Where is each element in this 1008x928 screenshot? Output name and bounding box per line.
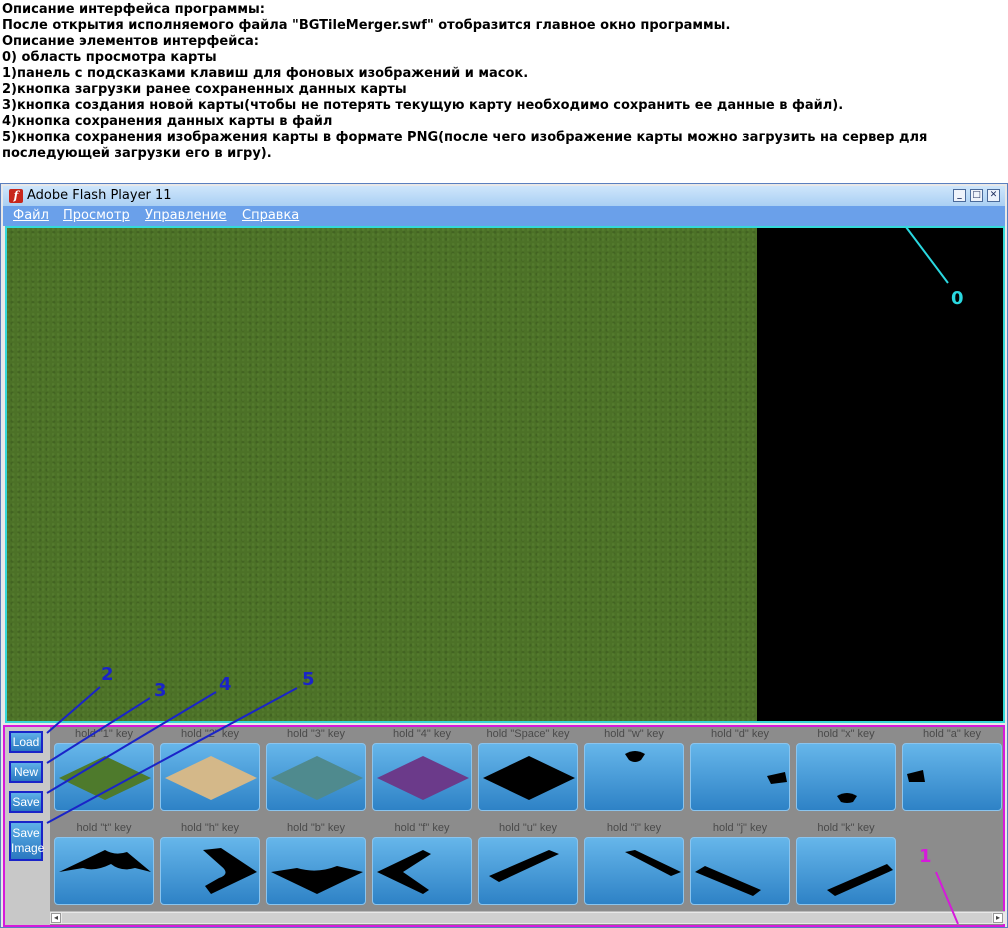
annotation-3: 3 <box>154 680 167 701</box>
minimize-icon[interactable]: _ <box>953 189 966 202</box>
tile-preview-icon <box>625 751 645 762</box>
tile-key-hint: hold "f" key <box>394 822 450 834</box>
tile-button[interactable] <box>266 743 366 811</box>
menu-file[interactable]: Файл <box>13 208 49 223</box>
tile-preview-icon <box>827 864 893 896</box>
tile-key-hint: hold "u" key <box>499 822 557 834</box>
description-line: После открытия исполняемого файла "BGTil… <box>2 18 731 33</box>
scroll-left-icon[interactable]: ◂ <box>51 913 61 923</box>
viewport-empty-area <box>757 228 1003 721</box>
map-viewport[interactable] <box>5 226 1005 723</box>
maximize-icon[interactable]: □ <box>970 189 983 202</box>
tile-button[interactable] <box>690 743 790 811</box>
description-line: 3)кнопка создания новой карты(чтобы не п… <box>2 98 844 113</box>
description-line: 4)кнопка сохранения данных карты в файл <box>2 114 333 129</box>
tile-preview-icon <box>203 848 257 894</box>
menu-help[interactable]: Справка <box>242 208 299 223</box>
tile-button[interactable] <box>372 743 472 811</box>
annotation-2: 2 <box>101 664 114 685</box>
description-line: 1)панель с подсказками клавиш для фоновы… <box>2 66 529 81</box>
menu-view[interactable]: Просмотр <box>63 208 130 223</box>
scroll-right-icon[interactable]: ▸ <box>993 913 1003 923</box>
menu-control[interactable]: Управление <box>145 208 227 223</box>
tile-preview-icon <box>377 850 431 894</box>
tile-key-hint: hold "b" key <box>287 822 345 834</box>
tile-key-hint: hold "w" key <box>604 728 664 740</box>
menu-bar: Файл Просмотр Управление Справка <box>3 206 1005 226</box>
tile-key-hint: hold "j" key <box>712 822 768 834</box>
tile-preview-icon <box>625 850 681 876</box>
tile-preview-icon <box>907 770 925 782</box>
tile-key-hint: hold "k" key <box>817 822 875 834</box>
tile-key-hint: hold "4" key <box>393 728 451 740</box>
tile-key-hint: hold "h" key <box>181 822 239 834</box>
new-button[interactable]: New <box>9 761 43 783</box>
tile-button[interactable] <box>478 837 578 905</box>
tile-key-hint: hold "x" key <box>817 728 875 740</box>
annotation-5: 5 <box>302 669 315 690</box>
tile-preview-icon <box>489 850 559 882</box>
tile-button[interactable] <box>372 837 472 905</box>
tile-key-hint: hold "d" key <box>711 728 769 740</box>
close-icon[interactable]: ✕ <box>987 189 1000 202</box>
annotation-1: 1 <box>919 846 932 867</box>
flash-icon: f <box>9 189 23 203</box>
tile-preview-icon <box>483 756 575 800</box>
window-title: Adobe Flash Player 11 <box>27 188 172 203</box>
tile-preview-icon <box>837 793 857 803</box>
tile-key-hint: hold "Space" key <box>486 728 570 740</box>
tile-key-hint: hold "t" key <box>76 822 132 834</box>
tile-preview-icon <box>59 756 151 800</box>
tile-preview-icon <box>165 756 257 800</box>
save-button[interactable]: Save <box>9 791 43 813</box>
tile-key-hint: hold "1" key <box>75 728 133 740</box>
tile-button[interactable] <box>796 837 896 905</box>
annotation-0: 0 <box>951 288 964 309</box>
tile-button[interactable] <box>584 743 684 811</box>
tile-key-hint: hold "a" key <box>923 728 981 740</box>
tile-key-hint: hold "i" key <box>606 822 662 834</box>
tile-key-hint: hold "2" key <box>181 728 239 740</box>
tile-button[interactable] <box>266 837 366 905</box>
tile-button[interactable] <box>690 837 790 905</box>
load-button[interactable]: Load <box>9 731 43 753</box>
tile-button[interactable] <box>160 837 260 905</box>
title-bar: f Adobe Flash Player 11 _ □ ✕ <box>3 186 1005 206</box>
tile-button[interactable] <box>54 743 154 811</box>
description-line: 5)кнопка сохранения изображения карты в … <box>2 130 932 161</box>
tile-button[interactable] <box>796 743 896 811</box>
tile-preview-icon <box>377 756 469 800</box>
tile-preview-icon <box>767 772 787 784</box>
flash-player-window: f Adobe Flash Player 11 _ □ ✕ Файл Просм… <box>0 183 1008 928</box>
tile-panel: Load New Save Save Image hold "1" key hol… <box>3 725 1005 927</box>
tile-preview-icon <box>271 756 363 800</box>
button-column: Load New Save Save Image <box>5 727 50 925</box>
tile-preview-icon <box>695 866 761 896</box>
annotation-4: 4 <box>219 674 232 695</box>
description-text: Описание интерфейса программы: После откр… <box>2 2 1002 162</box>
description-line: Описание интерфейса программы: <box>2 2 265 17</box>
description-line: Описание элементов интерфейса: <box>2 34 259 49</box>
scroll-thumb[interactable] <box>62 913 992 923</box>
tile-button[interactable] <box>54 837 154 905</box>
tile-button[interactable] <box>160 743 260 811</box>
tile-key-hint: hold "3" key <box>287 728 345 740</box>
save-image-button[interactable]: Save Image <box>9 821 44 861</box>
horizontal-scrollbar[interactable]: ◂ ▸ <box>50 911 1005 924</box>
tile-button[interactable] <box>478 743 578 811</box>
tile-preview-icon <box>271 866 363 894</box>
description-line: 0) область просмотра карты <box>2 50 217 65</box>
tile-button[interactable] <box>902 743 1002 811</box>
description-line: 2)кнопка загрузки ранее сохраненных данн… <box>2 82 407 97</box>
tile-preview-icon <box>59 850 151 872</box>
tile-button[interactable] <box>584 837 684 905</box>
